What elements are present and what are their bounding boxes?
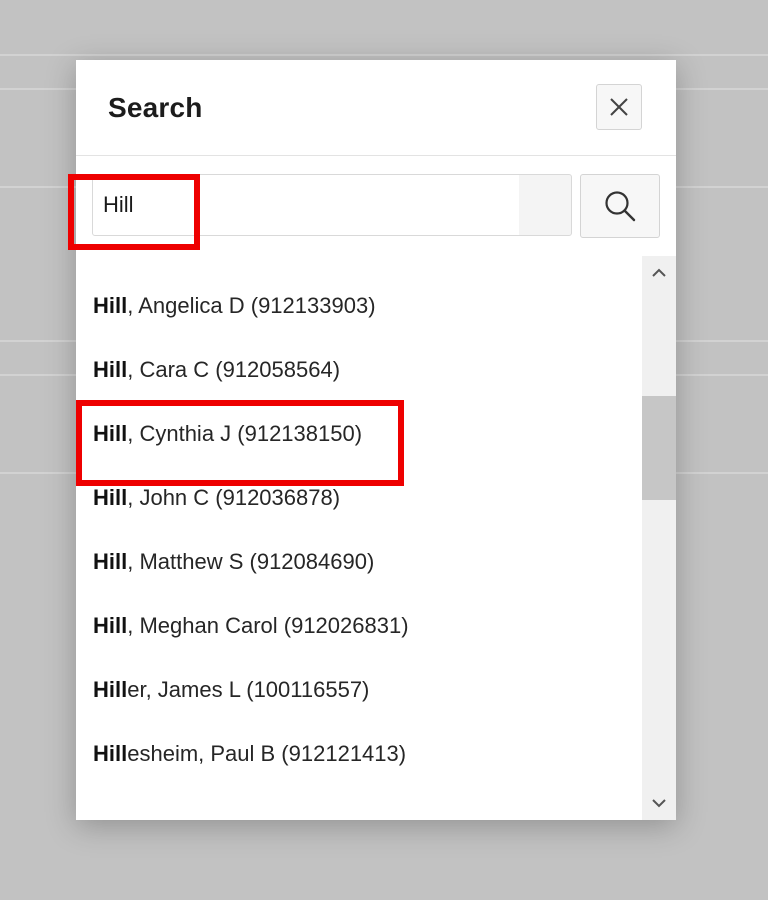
result-match-text: Hill [93, 421, 128, 446]
search-row [76, 156, 676, 256]
result-item[interactable]: Hill, Meghan Carol (912026831) [76, 594, 642, 658]
search-icon [605, 191, 636, 222]
results-list-container: Hill, Andrea V (912122238)Hill, Angelica… [76, 256, 642, 820]
result-match-text: Hill [93, 741, 128, 766]
result-item[interactable]: Hill, Matthew S (912084690) [76, 530, 642, 594]
result-match-text: Hill [93, 677, 128, 702]
result-item[interactable]: Hill, Andrea V (912122238) [76, 256, 642, 274]
result-item[interactable]: Hill, Cara C (912058564) [76, 338, 642, 402]
search-input[interactable] [92, 174, 572, 236]
result-match-text: Hill [93, 549, 128, 574]
result-match-text: Hill [93, 357, 128, 382]
result-item[interactable]: Hillesheim, Paul B (912121413) [76, 722, 642, 786]
results-list: Hill, Andrea V (912122238)Hill, Angelica… [76, 256, 642, 786]
result-item[interactable]: Hill, Angelica D (912133903) [76, 274, 642, 338]
dialog-header: Search [76, 60, 676, 156]
result-rest-text: , Cynthia J (912138150) [127, 421, 363, 446]
result-rest-text: , Angelica D (912133903) [127, 293, 376, 318]
scroll-up-button[interactable] [642, 258, 676, 288]
result-rest-text: , Cara C (912058564) [127, 357, 341, 382]
result-rest-text: , Matthew S (912084690) [127, 549, 375, 574]
result-item[interactable]: Hiller, James L (100116557) [76, 658, 642, 722]
search-button[interactable] [580, 174, 660, 238]
dialog-title: Search [108, 92, 203, 123]
scroll-down-button[interactable] [642, 788, 676, 818]
backdrop-divider [0, 54, 768, 56]
result-item[interactable]: Hill, John C (912036878) [76, 466, 642, 530]
results-scrollbar[interactable] [642, 256, 676, 820]
result-rest-text: , Meghan Carol (912026831) [127, 613, 409, 638]
result-item[interactable]: Hill, Cynthia J (912138150) [76, 402, 642, 466]
close-icon [610, 98, 628, 116]
search-dialog: Search Hill, Andrea V (912122238)Hill, A… [76, 60, 676, 820]
result-match-text: Hill [93, 485, 128, 510]
close-button[interactable] [596, 84, 642, 130]
chevron-down-icon [652, 799, 666, 808]
result-rest-text: esheim, Paul B (912121413) [127, 741, 407, 766]
result-rest-text: , John C (912036878) [127, 485, 341, 510]
scroll-thumb[interactable] [642, 396, 676, 500]
chevron-up-icon [652, 268, 666, 277]
result-match-text: Hill [93, 613, 128, 638]
result-rest-text: er, James L (100116557) [127, 677, 370, 702]
result-match-text: Hill [93, 293, 128, 318]
